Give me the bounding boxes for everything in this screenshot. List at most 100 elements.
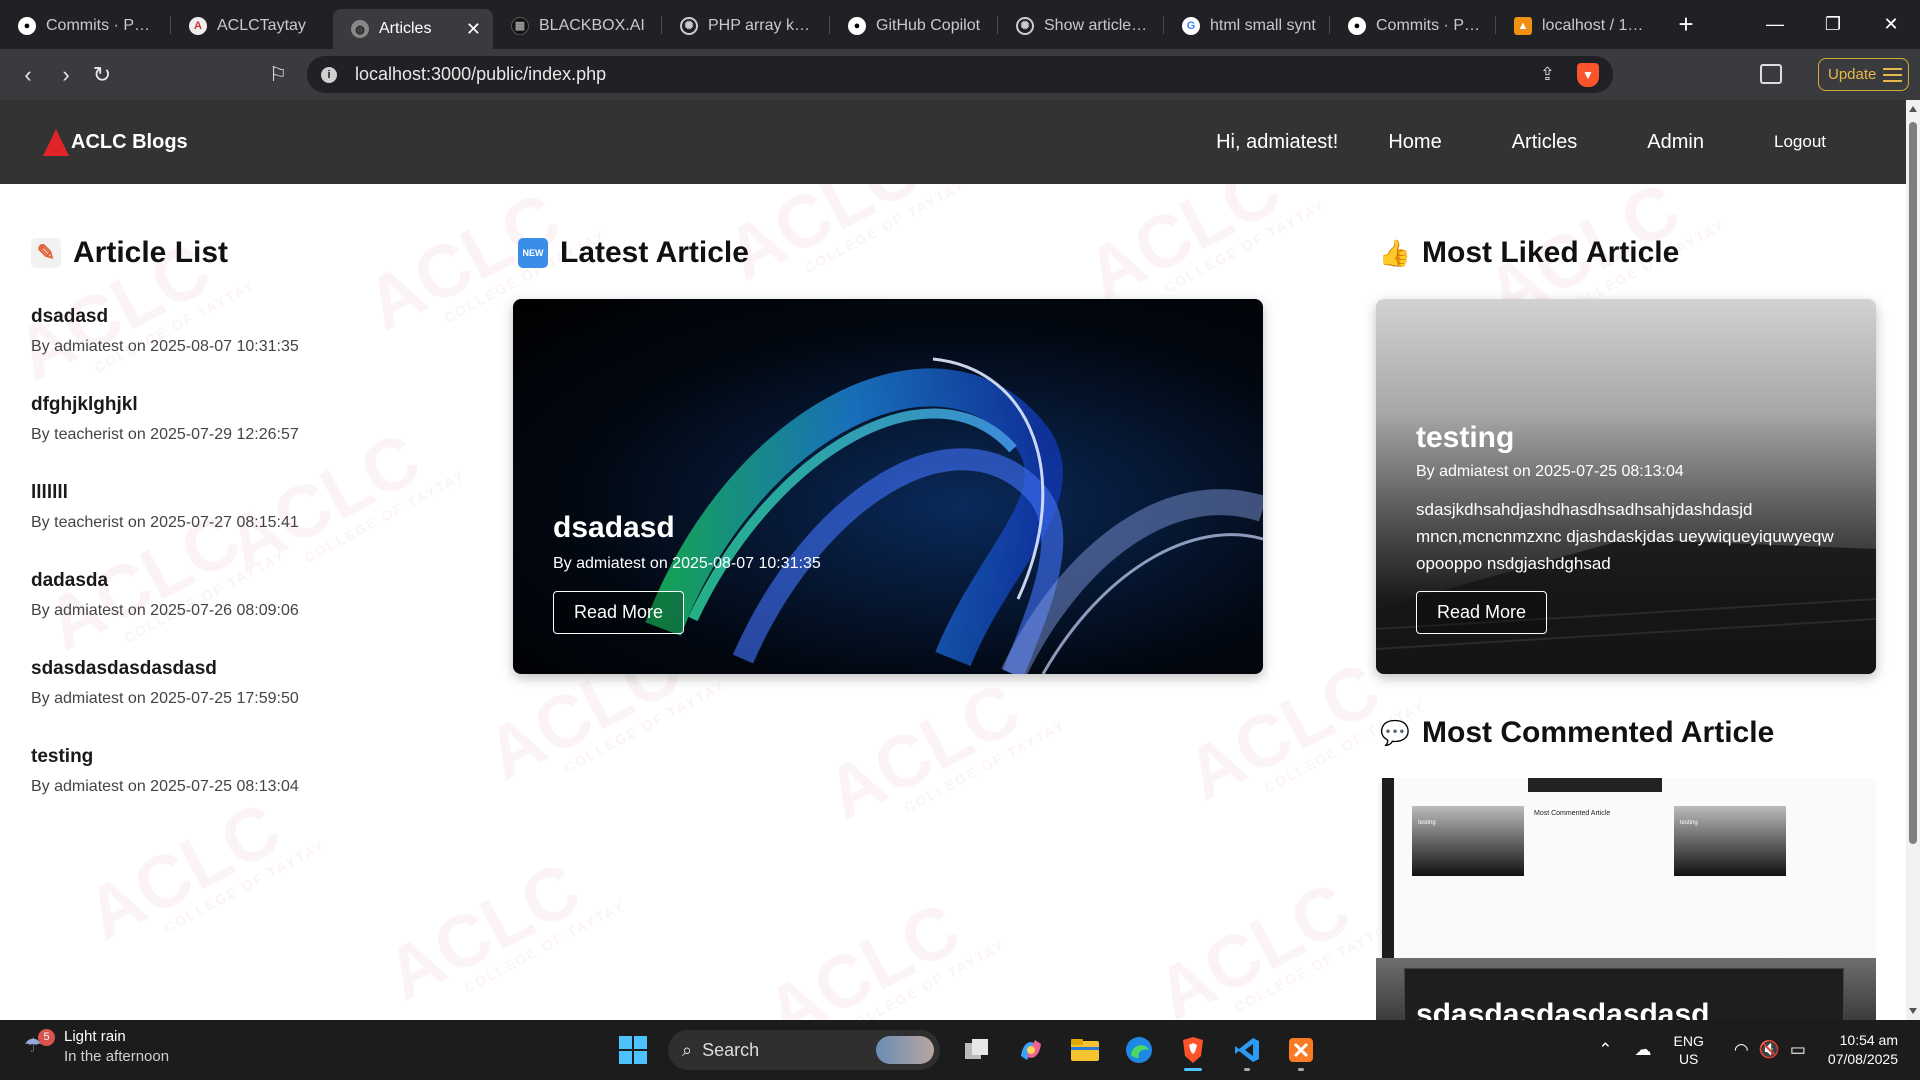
- tab-blackbox[interactable]: ▦ BLACKBOX.AI: [493, 8, 661, 44]
- list-item[interactable]: dadasda By admiatest on 2025-07-26 08:09…: [31, 570, 451, 652]
- latest-article-heading: NEW Latest Article: [518, 236, 749, 270]
- brave-browser-icon[interactable]: [1170, 1027, 1216, 1073]
- logout-link[interactable]: Logout: [1774, 132, 1826, 152]
- reload-icon[interactable]: ↻: [84, 57, 120, 93]
- most-liked-heading-text: Most Liked Article: [1422, 236, 1680, 269]
- tab-aclctaytay[interactable]: A ACLCTaytay: [171, 8, 333, 44]
- new-tab-button[interactable]: +: [1670, 9, 1702, 40]
- tab-title: html small synt: [1210, 16, 1316, 34]
- vscode-icon[interactable]: [1224, 1027, 1270, 1073]
- nav-articles[interactable]: Articles: [1512, 131, 1578, 154]
- xampp-icon[interactable]: [1278, 1027, 1324, 1073]
- battery-icon[interactable]: ▭: [1790, 1040, 1806, 1060]
- article-title-link[interactable]: dadasda: [31, 570, 451, 592]
- most-liked-meta: By admiatest on 2025-07-25 08:13:04: [1416, 463, 1684, 480]
- address-bar[interactable]: i localhost:3000/public/index.php ⇪ ▼: [307, 56, 1613, 93]
- article-title-link[interactable]: dfghjklghjkl: [31, 394, 451, 416]
- search-highlight-image: [876, 1036, 934, 1064]
- browser-tab-strip: ● Commits · Penu A ACLCTaytay ◍ Articles…: [0, 0, 1920, 49]
- most-commented-card[interactable]: testing Most Commented Article testing s…: [1376, 778, 1876, 1020]
- latest-article-title[interactable]: dsadasd: [553, 511, 675, 545]
- most-liked-excerpt: sdasjkdhsahdjashdhasdhsadhsahjdashdasjd …: [1416, 500, 1834, 573]
- article-list: dsadasd By admiatest on 2025-08-07 10:31…: [31, 300, 451, 828]
- copilot-icon[interactable]: [1008, 1027, 1054, 1073]
- phpmyadmin-icon: ▲: [1514, 16, 1532, 35]
- close-icon[interactable]: ✕: [456, 19, 481, 40]
- watermark-tile: ACLCCOLLEGE OF TAYTAY: [752, 886, 1009, 1020]
- tab-articles[interactable]: ◍ Articles ✕: [333, 9, 493, 49]
- article-title-link[interactable]: dsadasd: [31, 306, 451, 328]
- most-liked-title[interactable]: testing: [1416, 421, 1514, 455]
- list-item[interactable]: lllllll By teacherist on 2025-07-27 08:1…: [31, 482, 451, 564]
- edge-icon[interactable]: [1116, 1027, 1162, 1073]
- forward-arrow-icon[interactable]: ›: [48, 57, 84, 93]
- latest-read-more-button[interactable]: Read More: [553, 591, 684, 634]
- tab-php-array[interactable]: ✺ PHP array key w: [662, 8, 829, 44]
- article-title-link[interactable]: testing: [31, 746, 451, 768]
- share-icon[interactable]: ⇪: [1540, 64, 1555, 85]
- openai-icon: ✺: [1016, 16, 1034, 35]
- article-list-heading: ✎ Article List: [31, 236, 228, 270]
- lang-code: ENG: [1673, 1033, 1704, 1049]
- most-liked-heading: 👍 Most Liked Article: [1379, 236, 1680, 270]
- speaker-muted-icon[interactable]: 🔇: [1759, 1040, 1780, 1060]
- close-window-icon[interactable]: ✕: [1862, 0, 1920, 49]
- most-liked-card[interactable]: testing By admiatest on 2025-07-25 08:13…: [1376, 299, 1876, 674]
- article-title-link[interactable]: lllllll: [31, 482, 451, 504]
- article-meta: By teacherist on 2025-07-27 08:15:41: [31, 514, 299, 531]
- back-arrow-icon[interactable]: ‹: [10, 57, 46, 93]
- clock[interactable]: 10:54 am 07/08/2025: [1828, 1031, 1898, 1069]
- list-item[interactable]: dfghjklghjkl By teacherist on 2025-07-29…: [31, 394, 451, 476]
- memo-icon: ✎: [31, 238, 61, 268]
- start-button[interactable]: [610, 1027, 656, 1073]
- tab-github-copilot[interactable]: ● GitHub Copilot: [830, 8, 997, 44]
- scroll-down-icon[interactable]: [1909, 1008, 1917, 1014]
- weather-widget[interactable]: ☂ 5 Light rain In the afternoon: [24, 1028, 169, 1065]
- tab-commits-2[interactable]: ● Commits · Penu: [1330, 8, 1495, 44]
- most-commented-title[interactable]: sdasdasdasdasdasd: [1416, 998, 1709, 1020]
- tab-title: Articles: [379, 20, 432, 37]
- thumb-header-bar: [1528, 778, 1662, 792]
- screenshot-icon[interactable]: [1760, 64, 1782, 84]
- file-explorer-icon[interactable]: [1062, 1027, 1108, 1073]
- article-list-heading-text: Article List: [73, 236, 229, 269]
- nav-home[interactable]: Home: [1388, 131, 1441, 154]
- brave-shields-icon[interactable]: ▼: [1577, 62, 1599, 87]
- new-badge-icon: NEW: [518, 238, 548, 268]
- tab-show-article-list[interactable]: ✺ Show article list: [998, 8, 1163, 44]
- task-view-icon[interactable]: [954, 1027, 1000, 1073]
- nav-admin[interactable]: Admin: [1647, 131, 1704, 154]
- minimize-icon[interactable]: —: [1746, 0, 1804, 49]
- watermark-tile: ACLCCOLLEGE OF TAYTAY: [372, 846, 629, 1017]
- article-title-link[interactable]: sdasdasdasdasdasd: [31, 658, 451, 680]
- site-info-icon[interactable]: i: [321, 66, 337, 83]
- list-item[interactable]: testing By admiatest on 2025-07-25 08:13…: [31, 746, 451, 828]
- update-button[interactable]: Update: [1818, 58, 1909, 91]
- chevron-up-icon[interactable]: ⌃: [1598, 1040, 1612, 1060]
- onedrive-icon[interactable]: ☁: [1635, 1040, 1652, 1060]
- page-scrollbar[interactable]: [1906, 100, 1920, 1020]
- most-liked-read-more-button[interactable]: Read More: [1416, 591, 1547, 634]
- site-logo[interactable]: ACLC Blogs: [43, 128, 188, 156]
- scrollbar-thumb[interactable]: [1909, 122, 1917, 844]
- bookmark-icon[interactable]: ⚐: [260, 56, 296, 92]
- restore-icon[interactable]: ❐: [1804, 0, 1862, 49]
- article-meta: By admiatest on 2025-07-25 08:13:04: [31, 778, 299, 795]
- globe-icon: ◍: [351, 20, 369, 38]
- list-item[interactable]: sdasdasdasdasdasd By admiatest on 2025-0…: [31, 658, 451, 740]
- scroll-up-icon[interactable]: [1909, 106, 1917, 112]
- latest-article-card[interactable]: dsadasd By admiatest on 2025-08-07 10:31…: [513, 299, 1263, 674]
- tab-commits-1[interactable]: ● Commits · Penu: [0, 8, 170, 44]
- tab-phpmyadmin[interactable]: ▲ localhost / 127.: [1496, 8, 1656, 44]
- url-text[interactable]: localhost:3000/public/index.php: [355, 64, 606, 85]
- wifi-icon[interactable]: ◠: [1734, 1040, 1749, 1060]
- list-item[interactable]: dsadasd By admiatest on 2025-08-07 10:31…: [31, 306, 451, 388]
- tab-title: Commits · Penu: [1376, 16, 1483, 34]
- tab-title: BLACKBOX.AI: [539, 16, 645, 34]
- latest-article-heading-text: Latest Article: [560, 236, 749, 269]
- language-indicator[interactable]: ENG US: [1674, 1032, 1704, 1068]
- tab-title: Show article list: [1044, 16, 1151, 34]
- taskbar-search[interactable]: ⌕ Search: [668, 1030, 940, 1070]
- update-label: Update: [1828, 66, 1877, 83]
- tab-html-small-syntax[interactable]: G html small synt: [1164, 8, 1329, 44]
